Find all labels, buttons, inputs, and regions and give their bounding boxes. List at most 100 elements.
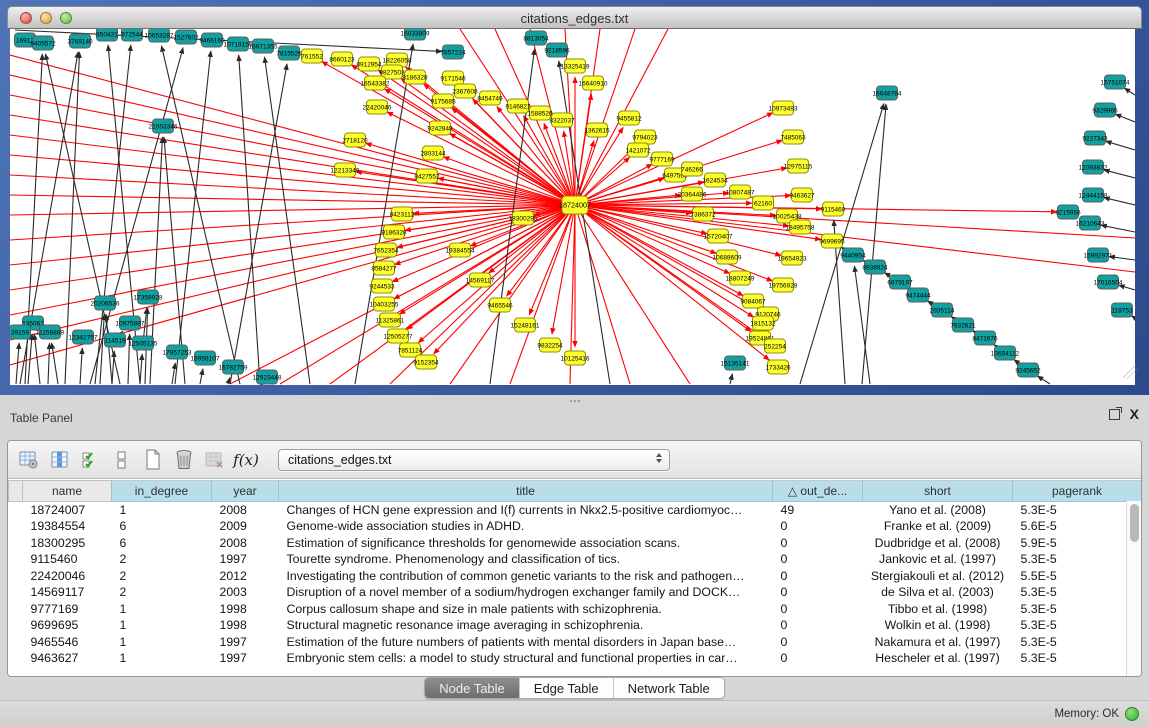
graph-node[interactable]: 118753 [1111, 303, 1133, 317]
function-builder-icon[interactable]: f(x) [235, 448, 257, 472]
graph-node[interactable]: 9242848 [427, 121, 453, 135]
graph-node[interactable]: 8471676 [972, 331, 998, 345]
graph-node[interactable]: 1588520 [527, 106, 553, 120]
graph-node[interactable]: 10975887 [116, 316, 145, 330]
graph-node[interactable]: 18495758 [786, 220, 815, 234]
graph-node[interactable]: 39159 [10, 325, 31, 339]
graph-node[interactable]: 12213349 [331, 163, 360, 177]
graph-node[interactable]: 16210643 [1076, 216, 1105, 230]
create-column-icon[interactable] [142, 448, 164, 472]
table-row[interactable]: 977716911998Corpus callosum shape and si… [9, 601, 1142, 618]
column-header-out_de...[interactable]: △ out_de... [773, 481, 863, 502]
graph-node[interactable]: 22420046 [363, 100, 392, 114]
graph-node[interactable]: 10973493 [769, 101, 798, 115]
graph-node[interactable]: 12093832 [1079, 160, 1108, 174]
column-header-title[interactable]: title [279, 481, 773, 502]
graph-node[interactable]: 7485063 [780, 130, 806, 144]
graph-node[interactable]: 16033809 [401, 29, 430, 40]
graph-node[interactable]: 9455812 [616, 111, 642, 125]
graph-node[interactable]: 10654112 [991, 346, 1020, 360]
table-row[interactable]: 2242004622012Investigating the contribut… [9, 568, 1142, 585]
graph-node[interactable]: 19756928 [769, 278, 798, 292]
graph-node[interactable]: 15992971 [1084, 248, 1113, 262]
graph-node[interactable]: 8813054 [523, 31, 549, 45]
graph-node[interactable]: 14569117 [466, 273, 495, 287]
close-panel-icon[interactable]: X [1130, 409, 1139, 420]
graph-node[interactable]: 8912954 [356, 57, 382, 71]
graph-node[interactable]: 2803144 [420, 146, 446, 160]
graph-node[interactable]: 7815526 [276, 46, 302, 60]
graph-node[interactable]: 16640910 [579, 76, 608, 90]
graph-node[interactable]: 9115460 [821, 202, 846, 216]
graph-node[interactable]: 7386372 [690, 207, 716, 221]
graph-node[interactable]: 20364486 [678, 187, 707, 201]
tab-network-table[interactable]: Network Table [613, 678, 724, 698]
graph-node[interactable]: 114519 [104, 333, 126, 347]
graph-node[interactable]: 9245652 [1015, 363, 1041, 377]
graph-node[interactable]: 18300295 [509, 211, 538, 225]
graph-node[interactable]: 13325419 [561, 59, 590, 73]
graph-node[interactable]: 746266 [681, 162, 703, 176]
column-header-name[interactable]: name [23, 481, 112, 502]
delete-column-icon[interactable] [173, 448, 195, 472]
graph-node[interactable]: 2935114 [930, 303, 955, 317]
graph-node[interactable]: 62160 [753, 196, 774, 210]
graph-node[interactable]: 9474444 [905, 288, 931, 302]
panel-drag-grip[interactable] [569, 399, 581, 404]
graph-node[interactable]: 9440954 [840, 248, 866, 262]
graph-node[interactable]: 9794023 [632, 130, 658, 144]
graph-node[interactable]: 8186328 [402, 70, 428, 84]
graph-node[interactable]: 8423112 [390, 207, 415, 221]
graph-node[interactable]: 12975115 [784, 159, 813, 173]
graph-node[interactable]: 16543382 [361, 76, 390, 90]
graph-node[interactable]: 1733426 [765, 360, 791, 374]
graph-node[interactable]: 10403255 [370, 297, 399, 311]
graph-node[interactable]: 12923448 [253, 370, 282, 384]
graph-node[interactable]: 20206536 [91, 296, 120, 310]
float-panel-icon[interactable] [1109, 409, 1120, 420]
graph-node[interactable]: 8215958 [1055, 205, 1081, 219]
graph-node[interactable]: 8584277 [371, 261, 397, 275]
graph-node[interactable]: 1815132 [750, 316, 776, 330]
window-resize-grip[interactable] [1123, 365, 1137, 379]
select-columns-icon[interactable] [80, 448, 102, 472]
graph-node[interactable]: 15135141 [721, 356, 750, 370]
graph-node[interactable]: 17957253 [163, 345, 192, 359]
graph-node[interactable]: 16958107 [191, 351, 220, 365]
graph-node[interactable]: 16782759 [219, 360, 248, 374]
window-title-bar[interactable]: citations_edges.txt [7, 6, 1142, 29]
table-row[interactable]: 1830029562008Estimation of significance … [9, 535, 1142, 552]
graph-node[interactable]: 12505277 [384, 329, 413, 343]
column-header-in_degree[interactable]: in_degree [112, 481, 212, 502]
graph-node[interactable]: 9084067 [740, 294, 766, 308]
column-header-gutter[interactable] [9, 481, 23, 502]
graph-node[interactable]: 3769140 [67, 34, 93, 48]
graph-node[interactable]: 9152354 [413, 355, 439, 369]
column-header-pagerank[interactable]: pagerank [1013, 481, 1142, 502]
show-columns-icon[interactable] [49, 448, 71, 472]
graph-node[interactable]: 252254 [764, 339, 786, 353]
graph-node[interactable]: 10807487 [726, 185, 755, 199]
column-header-short[interactable]: short [863, 481, 1013, 502]
graph-node[interactable]: 972544 [121, 29, 143, 41]
graph-node[interactable]: 15248161 [511, 318, 540, 332]
graph-node[interactable]: 12342757 [69, 330, 98, 344]
graph-node[interactable]: 8660123 [329, 52, 355, 66]
graph-node[interactable]: 1362615 [584, 123, 610, 137]
graph-node[interactable]: 15751074 [1101, 75, 1130, 89]
graph-node[interactable]: 9186328 [381, 225, 407, 239]
graph-node[interactable]: 1624534 [702, 173, 728, 187]
graph-node[interactable]: 21053346 [149, 119, 178, 133]
graph-node[interactable]: 17359928 [134, 290, 163, 304]
scrollbar-thumb[interactable] [1130, 504, 1139, 542]
graph-node[interactable]: 8322037 [549, 113, 575, 127]
table-row[interactable]: 1938455462009Genome-wide association stu… [9, 518, 1142, 535]
table-row[interactable]: 946362711997Embryonic stem cells: a mode… [9, 650, 1142, 667]
graph-node[interactable]: 16671355 [249, 39, 278, 53]
graph-node[interactable]: 10653287 [145, 29, 174, 42]
tab-edge-table[interactable]: Edge Table [519, 678, 613, 698]
graph-node[interactable]: 9832254 [537, 338, 563, 352]
graph-node[interactable]: 16648784 [873, 86, 902, 100]
graph-node[interactable]: 1421072 [625, 143, 651, 157]
graph-node[interactable]: 18807249 [726, 271, 755, 285]
